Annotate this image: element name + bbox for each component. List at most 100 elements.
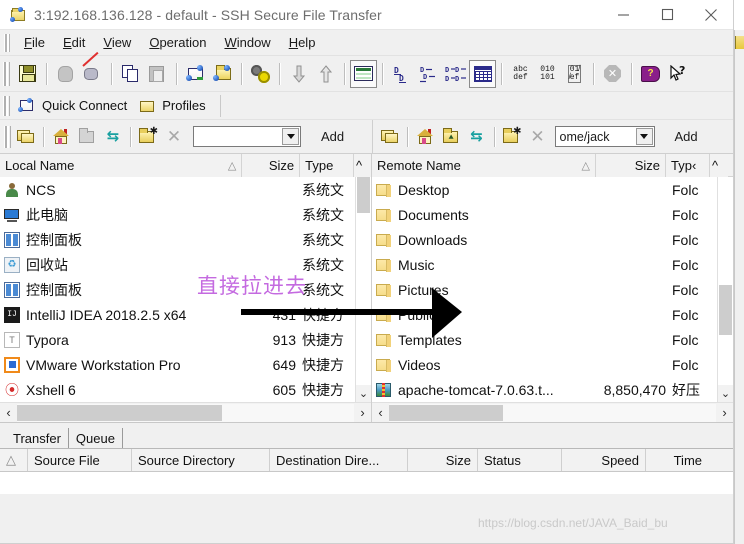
local-refresh-icon[interactable]: ⇆ [100,124,126,150]
transfer-col-sort[interactable]: △ [0,449,28,471]
local-new-folder-icon[interactable]: ✱ [135,124,161,150]
new-file-transfer-window-icon[interactable] [182,60,209,88]
menu-help[interactable]: Help [280,32,325,53]
table-row[interactable]: NCS 系统文 [0,177,371,202]
remote-vscroll-thumb[interactable] [719,285,732,335]
remote-new-folder-icon[interactable]: ✱ [499,124,525,150]
table-row[interactable]: 控制面板 系统文 [0,277,371,302]
paste-icon[interactable] [144,60,171,88]
table-row[interactable]: VMware Workstation Pro 649 快捷方 [0,352,371,377]
binary-transfer-icon[interactable]: 010 101 [534,60,561,88]
remote-path-dropdown-arrow[interactable] [635,128,653,145]
table-row[interactable]: Downloads Folc [372,227,733,252]
remote-hscroll-right-arrow[interactable]: › [716,405,733,420]
local-folder-up-icon[interactable] [13,124,39,150]
remote-path-combo[interactable]: ome/jack [554,126,655,147]
transfer-col-status[interactable]: Status [478,449,562,471]
local-col-name[interactable]: Local Name △ [0,154,243,177]
save-icon[interactable] [14,60,41,88]
details-view-icon[interactable]: D D D D [442,60,469,88]
remote-col-size[interactable]: Size [596,154,666,177]
tab-queue[interactable]: Queue [69,428,123,448]
profiles-button[interactable]: Profiles [135,96,213,115]
table-row[interactable]: apache-tomcat-7.0.63.t... 8,850,470 好压 [372,377,733,402]
tab-transfer[interactable]: Transfer [6,428,69,448]
local-hscroll-track[interactable] [17,403,354,422]
list-view-icon[interactable]: D D [388,60,415,88]
remote-hscroll-track[interactable] [389,403,716,422]
remote-file-rows[interactable]: Desktop Folc Documents Folc Downloads Fo… [372,177,733,402]
local-path-dropdown-arrow[interactable] [282,128,299,145]
transfer-col-speed[interactable]: Speed [562,449,646,471]
menu-operation[interactable]: Operation [140,32,215,53]
toolbar-grip[interactable] [3,61,10,86]
remote-col-name[interactable]: Remote Name △ [372,154,596,177]
table-row[interactable]: Videos Folc [372,352,733,377]
remote-col-type[interactable]: Typ‹ [666,154,710,177]
local-parent-folder-icon[interactable] [74,124,100,150]
menu-file[interactable]: File [15,32,54,53]
remote-vertical-scrollbar[interactable]: ⌄ [717,177,733,402]
table-row[interactable]: ⦿ Xshell 6 605 快捷方 [0,377,371,402]
remote-hscroll-thumb[interactable] [389,404,503,421]
table-row[interactable]: IJ IntelliJ IDEA 2018.2.5 x64 431 快捷方 [0,302,371,327]
menubar-grip[interactable] [4,33,10,52]
copy-icon[interactable] [117,60,144,88]
table-row[interactable]: Templates Folc [372,327,733,352]
upload-arrow-icon[interactable] [312,60,339,88]
disconnect-icon[interactable] [52,60,79,88]
table-row[interactable]: Music Folc [372,252,733,277]
local-delete-icon[interactable]: ✕ [161,124,187,150]
transfer-rows[interactable] [0,472,733,494]
local-add-button[interactable]: Add [311,126,354,147]
close-button[interactable] [689,0,733,30]
remote-home-icon[interactable] [412,124,438,150]
local-toolbar-grip[interactable] [4,125,11,148]
local-col-size[interactable]: Size [242,154,301,177]
transfer-col-time[interactable]: Time [646,449,708,471]
table-row[interactable]: Public Folc [372,302,733,327]
remote-refresh-icon[interactable]: ⇆ [464,124,490,150]
remote-folder-up-icon[interactable] [377,124,403,150]
minimize-button[interactable] [601,0,645,30]
transfer-col-source-file[interactable]: Source File [28,449,132,471]
local-col-type[interactable]: Type [300,154,355,177]
show-hide-window-icon[interactable] [350,59,377,88]
table-row[interactable]: 此电脑 系统文 [0,202,371,227]
stop-icon[interactable]: ✕ [599,60,626,88]
remote-parent-folder-icon[interactable]: ⯅ [438,124,464,150]
new-terminal-window-icon[interactable] [209,60,236,88]
small-icons-view-icon[interactable]: D D [415,60,442,88]
remote-path-value[interactable]: ome/jack [556,130,635,144]
auto-transfer-icon[interactable]: 01̸ ̸ef [561,60,588,88]
menu-window[interactable]: Window [215,32,279,53]
table-row[interactable]: Documents Folc [372,202,733,227]
ascii-transfer-icon[interactable]: abc def [507,60,534,88]
table-row[interactable]: T Typora 913 快捷方 [0,327,371,352]
transfer-col-source-dir[interactable]: Source Directory [132,449,270,471]
table-view-icon[interactable] [469,59,496,88]
local-horizontal-scrollbar[interactable]: ‹ › [0,402,371,422]
disconnect-all-icon[interactable] [79,51,106,88]
local-hscroll-left-arrow[interactable]: ‹ [0,405,17,420]
local-home-icon[interactable] [48,124,74,150]
local-path-combo[interactable] [193,126,301,147]
local-scroll-down-arrow[interactable]: ⌄ [356,385,371,402]
menu-view[interactable]: View [94,32,140,53]
context-help-icon[interactable]: ? [664,60,691,88]
remote-add-button[interactable]: Add [665,126,708,147]
download-arrow-icon[interactable] [285,60,312,88]
quickbar-grip[interactable] [3,95,10,116]
maximize-button[interactable] [645,0,689,30]
remote-horizontal-scrollbar[interactable]: ‹ › [372,402,733,422]
background-window[interactable] [734,0,744,544]
table-row[interactable]: Desktop Folc [372,177,733,202]
transfer-col-dest-dir[interactable]: Destination Dire... [270,449,408,471]
table-row[interactable]: Pictures Folc [372,277,733,302]
table-row[interactable]: 控制面板 系统文 [0,227,371,252]
remote-scroll-down-arrow[interactable]: ⌄ [718,385,733,402]
local-vertical-scrollbar[interactable]: ⌄ [355,177,371,402]
help-book-icon[interactable]: ? [637,60,664,88]
remote-hscroll-left-arrow[interactable]: ‹ [372,405,389,420]
table-row[interactable]: ♻ 回收站 系统文 [0,252,371,277]
